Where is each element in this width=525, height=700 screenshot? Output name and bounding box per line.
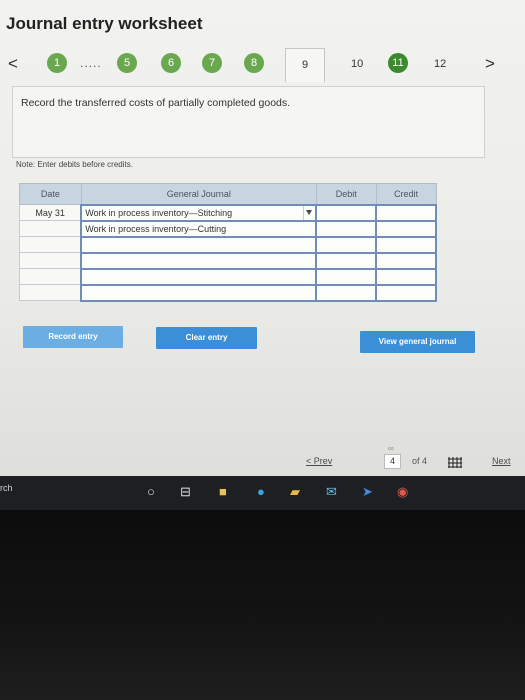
journal-header-row: Date General Journal Debit Credit [19, 183, 437, 205]
account-select[interactable] [80, 235, 318, 254]
page-title: Journal entry worksheet [6, 14, 203, 33]
dropdown-button[interactable] [303, 205, 315, 220]
date-cell [19, 268, 82, 285]
debit-input[interactable] [315, 267, 378, 286]
date-cell [19, 252, 82, 269]
taskbar: rch ○ ⊟ ■ ● ▰ ✉ ➤ ◉ [0, 476, 525, 510]
header-general-journal: General Journal [80, 183, 317, 205]
account-select[interactable] [80, 283, 318, 302]
instruction-text: Record the transferred costs of partiall… [21, 97, 291, 109]
header-debit: Debit [315, 183, 377, 205]
page-total: of 4 [412, 456, 428, 466]
page-number-input[interactable]: 4 [384, 454, 401, 469]
account-select[interactable]: Work in process inventory—Stitching [80, 203, 318, 222]
account-select[interactable] [80, 267, 318, 286]
step-7[interactable]: 7 [202, 53, 222, 73]
account-select[interactable] [80, 251, 318, 270]
debit-input[interactable] [315, 283, 378, 302]
file-explorer-icon[interactable]: ▰ [290, 484, 300, 500]
credit-input[interactable] [375, 251, 437, 270]
credit-input[interactable] [375, 219, 437, 238]
table-row [19, 267, 437, 286]
step-9-label: 9 [301, 59, 309, 71]
account-select[interactable]: Work in process inventory—Cutting [80, 219, 318, 238]
step-navigator: < 1 ..... 5 6 7 8 9 10 11 12 > [0, 48, 525, 82]
link-icon: ∞ [388, 444, 394, 453]
step-8[interactable]: 8 [244, 53, 264, 73]
date-cell [19, 284, 82, 301]
mail-icon[interactable]: ✉ [326, 484, 337, 500]
header-date: Date [19, 183, 82, 205]
step-ellipsis: ..... [80, 56, 102, 70]
step-12[interactable]: 12 [434, 58, 446, 70]
instruction-panel: Record the transferred costs of partiall… [12, 86, 485, 158]
next-page-link[interactable]: Next [492, 456, 511, 466]
worksheet-screen: Journal entry worksheet < 1 ..... 5 6 7 … [0, 0, 525, 476]
credit-input[interactable] [375, 203, 437, 222]
date-cell: May 31 [19, 204, 82, 221]
view-general-journal-button[interactable]: View general journal [360, 331, 475, 353]
header-credit: Credit [375, 183, 437, 205]
grid-icon[interactable] [448, 457, 462, 468]
task-view-icon[interactable]: ⊟ [180, 484, 191, 500]
background-desk [0, 510, 525, 700]
chrome-icon[interactable]: ◉ [397, 484, 408, 500]
chevron-down-icon [306, 209, 313, 215]
date-cell [19, 236, 82, 253]
table-row: May 31 Work in process inventory—Stitchi… [19, 203, 437, 222]
account-value: Work in process inventory—Stitching [85, 207, 233, 218]
step-10[interactable]: 10 [351, 58, 363, 70]
table-row [19, 235, 437, 254]
taskbar-search[interactable]: rch [0, 483, 13, 493]
credit-input[interactable] [375, 283, 437, 302]
step-11[interactable]: 11 [388, 53, 408, 73]
store-icon[interactable]: ■ [219, 484, 227, 499]
journal-table: Date General Journal Debit Credit May 31… [19, 183, 437, 302]
date-cell [19, 220, 82, 237]
record-entry-button[interactable]: Record entry [23, 326, 123, 348]
table-row: Work in process inventory—Cutting [19, 219, 437, 238]
app-icon[interactable]: ➤ [362, 484, 373, 500]
step-1[interactable]: 1 [47, 53, 67, 73]
debit-input[interactable] [315, 219, 378, 238]
debit-input[interactable] [315, 251, 378, 270]
table-row [19, 283, 437, 302]
clear-entry-button[interactable]: Clear entry [156, 327, 257, 349]
table-row [19, 251, 437, 270]
cortana-icon[interactable]: ○ [147, 484, 155, 499]
note-text: Note: Enter debits before credits. [16, 160, 133, 169]
step-9-active-tab[interactable]: 9 [285, 48, 325, 82]
step-6[interactable]: 6 [161, 53, 181, 73]
credit-input[interactable] [375, 235, 437, 254]
next-step-arrow[interactable]: > [485, 54, 495, 74]
account-value: Work in process inventory—Cutting [85, 223, 227, 234]
debit-input[interactable] [315, 203, 378, 222]
step-5[interactable]: 5 [117, 53, 137, 73]
prev-page-link[interactable]: < Prev [306, 456, 332, 466]
credit-input[interactable] [375, 267, 437, 286]
prev-step-arrow[interactable]: < [8, 54, 18, 74]
edge-icon[interactable]: ● [257, 484, 265, 499]
debit-input[interactable] [315, 235, 378, 254]
